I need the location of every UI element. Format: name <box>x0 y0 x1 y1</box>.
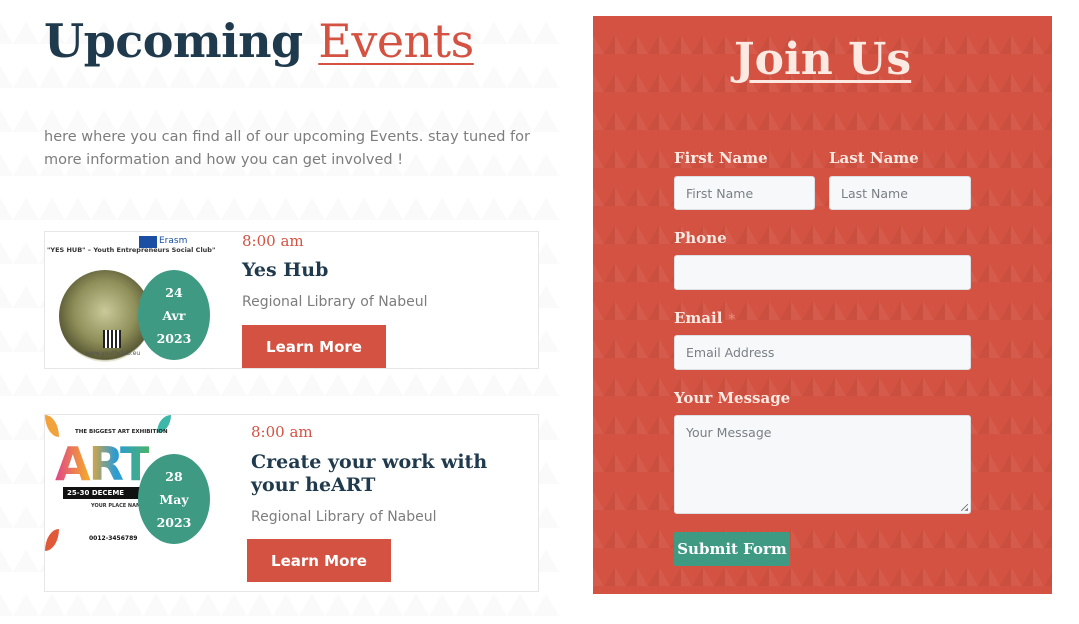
join-us-title: Join Us <box>733 34 912 85</box>
date-badge: 28 May 2023 <box>138 454 210 544</box>
required-mark: * <box>728 312 736 327</box>
qr-code-icon <box>103 330 121 348</box>
message-textarea[interactable]: Your Message <box>674 415 971 514</box>
first-name-label: First Name <box>674 149 768 167</box>
section-heading: Upcoming Events <box>44 14 474 68</box>
date-month: May <box>159 492 189 507</box>
email-label-text: Email <box>674 309 723 327</box>
heading-accent: Events <box>318 14 474 68</box>
event-card: Erasm "YES HUB" – Youth Entrepreneurs So… <box>44 231 539 369</box>
event-title[interactable]: Create your work with your heART <box>251 451 531 497</box>
date-day: 24 <box>165 285 183 300</box>
date-month: Avr <box>162 308 186 323</box>
intro-text: here where you can find all of our upcom… <box>44 129 530 168</box>
poster-url: www.youthclub.eu <box>85 350 141 357</box>
email-input[interactable]: Email Address <box>674 335 971 370</box>
date-year: 2023 <box>156 331 192 346</box>
poster-title: "YES HUB" – Youth Entrepreneurs Social C… <box>47 246 216 254</box>
join-us-panel: Join Us First Name Last Name First Name … <box>593 16 1052 594</box>
date-day: 28 <box>165 469 183 484</box>
heading-main: Upcoming <box>44 14 303 68</box>
event-card: THE BIGGEST ART EXHIBITION ART 25-30 DEC… <box>44 414 539 592</box>
event-venue: Regional Library of Nabeul <box>242 294 428 310</box>
message-label: Your Message <box>674 389 791 407</box>
learn-more-button[interactable]: Learn More <box>247 539 391 582</box>
phone-label: Phone <box>674 229 727 247</box>
event-venue: Regional Library of Nabeul <box>251 509 437 525</box>
email-label: Email * <box>674 309 735 327</box>
last-name-label: Last Name <box>829 149 919 167</box>
poster-art-text: ART <box>55 437 151 491</box>
date-year: 2023 <box>156 515 192 530</box>
resize-grip-icon[interactable] <box>961 504 968 511</box>
date-badge: 24 Avr 2023 <box>138 270 210 360</box>
event-title[interactable]: Yes Hub <box>242 259 328 282</box>
learn-more-button[interactable]: Learn More <box>242 325 386 368</box>
poster-header: THE BIGGEST ART EXHIBITION <box>75 429 168 435</box>
event-time: 8:00 am <box>242 232 304 250</box>
poster-logo-text: Erasm <box>159 236 188 246</box>
message-placeholder: Your Message <box>686 425 772 440</box>
first-name-input[interactable]: First Name <box>674 176 815 210</box>
phone-input[interactable] <box>674 255 971 290</box>
event-time: 8:00 am <box>251 423 313 441</box>
leaf-decoration-icon <box>45 415 59 437</box>
submit-form-button[interactable]: Submit Form <box>674 532 790 566</box>
poster-phone: 0012-3456789 <box>89 535 138 542</box>
poster-place: YOUR PLACE NAME <box>91 503 145 509</box>
last-name-input[interactable]: Last Name <box>829 176 971 210</box>
leaf-decoration-icon <box>45 529 59 551</box>
